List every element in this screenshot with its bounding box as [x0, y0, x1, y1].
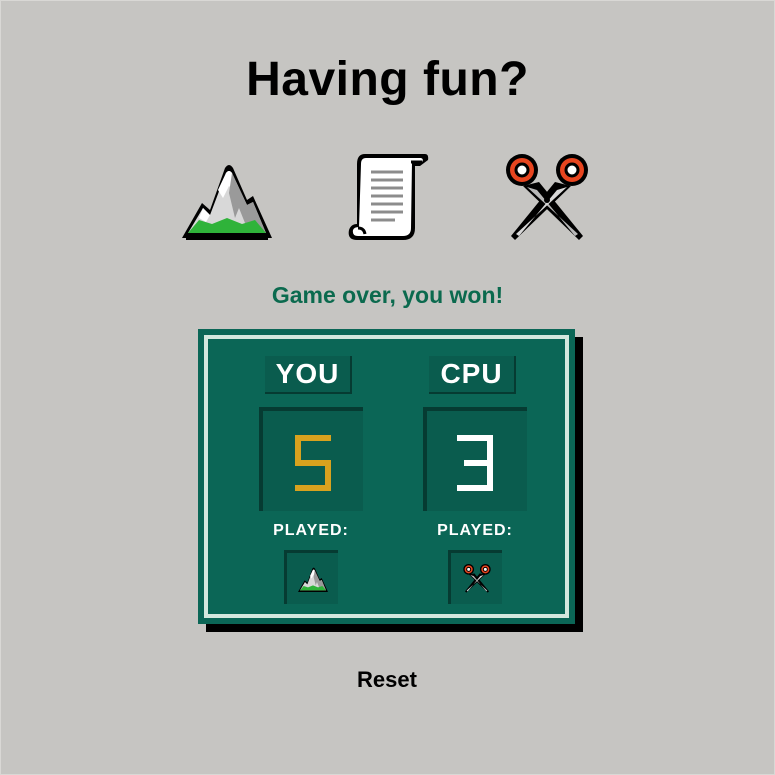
player-label: YOU: [265, 356, 352, 394]
player-played-box: [284, 550, 338, 604]
scoreboard-panel: YOU 5 PLAYED: CPU: [204, 335, 569, 618]
cpu-score-display: 3: [423, 407, 527, 511]
cpu-score-digit: [457, 435, 493, 491]
mountain-icon: [297, 567, 328, 592]
player-score-digit: [295, 435, 331, 491]
scissors-choice-button[interactable]: [497, 148, 597, 244]
player-score-display: 5: [259, 407, 363, 511]
scissors-icon: [462, 564, 491, 593]
scroll-icon: [348, 154, 429, 240]
mountain-icon: [182, 165, 272, 240]
page-title: Having fun?: [246, 53, 529, 106]
scoreboard: YOU 5 PLAYED: CPU: [198, 329, 575, 624]
cpu-label: CPU: [429, 356, 516, 394]
scissors-icon: [506, 154, 588, 240]
rock-choice-button[interactable]: [177, 148, 277, 244]
player-played-label: PLAYED:: [273, 522, 349, 539]
reset-button[interactable]: Reset: [327, 662, 447, 698]
cpu-played-box: [448, 550, 502, 604]
paper-choice-button[interactable]: [337, 148, 437, 244]
game-status-message: Game over, you won!: [271, 282, 504, 308]
cpu-played-label: PLAYED:: [437, 522, 513, 539]
